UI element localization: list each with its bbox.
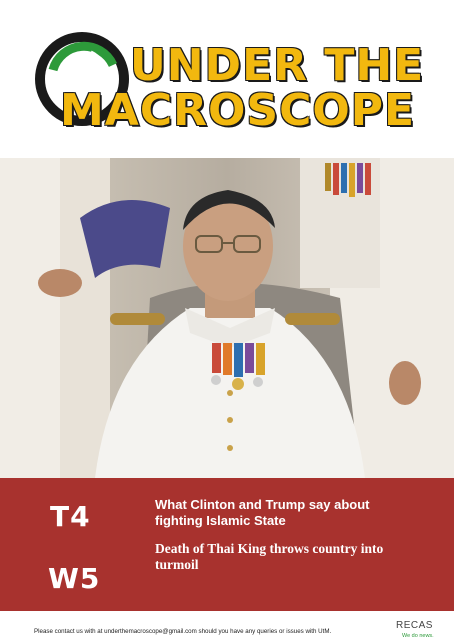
headline-clinton-trump[interactable]: What Clinton and Trump say about fightin…	[155, 497, 415, 529]
contact-text: Please contact us with at underthemacros…	[34, 628, 332, 635]
masthead: UNDER THE MACROSCOPE	[0, 0, 454, 158]
masthead-title-line-2: MACROSCOPE	[60, 85, 416, 136]
masthead-title-line-1: UNDER THE	[130, 40, 425, 91]
brand-name: RECAS	[396, 620, 433, 631]
issue-term-label: T4	[50, 500, 91, 533]
cover-photo-man-in-white-uniform	[0, 158, 454, 478]
headline-thai-king[interactable]: Death of Thai King throws country into t…	[155, 541, 415, 573]
magazine-cover: UNDER THE MACROSCOPE T4 W5 What Clinton …	[0, 0, 454, 643]
cover-photo	[0, 158, 454, 478]
brand-tagline: We do news.	[402, 633, 434, 639]
issue-week-label: W5	[48, 562, 101, 595]
footer	[0, 611, 454, 643]
